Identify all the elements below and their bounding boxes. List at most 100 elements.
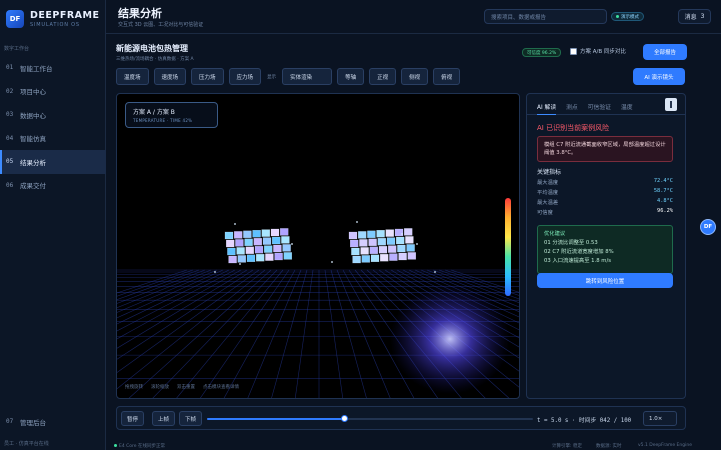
sidebar-footer: 员工 · 仿真平台在线	[4, 441, 49, 447]
speed-select[interactable]: 1.0×	[643, 411, 677, 426]
battery-cell[interactable]	[367, 230, 376, 239]
tab-ai-insight[interactable]: AI 解读	[537, 94, 557, 115]
battery-cell[interactable]	[261, 229, 271, 237]
battery-cell[interactable]	[404, 228, 413, 236]
battery-cell[interactable]	[368, 238, 377, 247]
ai-demo-lens-button[interactable]: AI 演示镜头	[633, 68, 685, 85]
battery-cell[interactable]	[385, 229, 394, 237]
pressure-field-button[interactable]: 压力场	[191, 68, 224, 85]
side-view-button[interactable]: 侧视	[401, 68, 429, 85]
top-view-button[interactable]: 俯视	[433, 68, 461, 85]
pause-button[interactable]: 暂停	[121, 411, 145, 426]
battery-cell[interactable]	[359, 239, 368, 247]
battery-cell[interactable]	[351, 247, 360, 256]
battery-cell[interactable]	[376, 229, 385, 238]
battery-cell[interactable]	[349, 239, 359, 248]
battery-cell[interactable]	[407, 252, 416, 260]
battery-cell[interactable]	[360, 247, 369, 255]
battery-module-a[interactable]	[224, 228, 293, 264]
battery-cell[interactable]	[243, 230, 252, 239]
battery-cell[interactable]	[398, 252, 407, 261]
sidebar-item-projects[interactable]: 02 项目中心	[0, 80, 106, 104]
sidebar-item-results[interactable]: 05 结果分析	[0, 150, 106, 174]
battery-cell[interactable]	[406, 244, 415, 252]
battery-cell[interactable]	[227, 247, 236, 256]
battery-cell[interactable]	[377, 237, 386, 246]
battery-cell[interactable]	[253, 237, 263, 246]
logo[interactable]: DF DEEPFRAME SIMULATION OS	[6, 10, 99, 28]
velocity-field-button[interactable]: 速度场	[153, 68, 187, 85]
sidebar-item-data[interactable]: 03 数据中心	[0, 103, 106, 127]
battery-cell[interactable]	[282, 244, 291, 252]
battery-cell[interactable]	[245, 246, 255, 255]
display-mode-select[interactable]: 实体渲染	[282, 68, 333, 85]
grid-line	[117, 269, 242, 340]
battery-cell[interactable]	[262, 237, 272, 245]
battery-cell[interactable]	[270, 228, 280, 237]
timeline-handle[interactable]	[340, 415, 348, 422]
battery-cell[interactable]	[281, 236, 290, 244]
battery-cell[interactable]	[237, 255, 247, 263]
battery-cell[interactable]	[405, 236, 414, 244]
search-input[interactable]: 搜索项目、数据或报告	[484, 9, 607, 24]
battery-cell[interactable]	[378, 245, 388, 254]
battery-cell[interactable]	[254, 245, 264, 254]
tab-temperature[interactable]: 温度	[621, 94, 633, 114]
battery-cell[interactable]	[380, 253, 389, 262]
battery-cell[interactable]	[352, 255, 361, 264]
battery-cell[interactable]	[271, 236, 281, 245]
messages-count: 3	[700, 13, 705, 20]
sidebar-item-admin[interactable]: 07 管理后台	[0, 410, 106, 434]
battery-cell[interactable]	[357, 231, 367, 239]
temperature-field-button[interactable]: 温度场	[116, 68, 149, 85]
demo-mode-badge[interactable]: 演示模式	[611, 12, 644, 21]
battery-cell[interactable]	[348, 231, 358, 240]
battery-cell[interactable]	[279, 228, 289, 236]
battery-cell[interactable]	[370, 254, 380, 263]
next-frame-button[interactable]: 下帧	[179, 411, 203, 426]
battery-module-b[interactable]	[348, 228, 416, 264]
battery-cell[interactable]	[252, 229, 261, 238]
battery-cell[interactable]	[394, 228, 404, 237]
3d-viewport[interactable]: 方案 A / 方案 B TEMPERATURE · TIME 42% 拖拽旋转 …	[116, 93, 520, 399]
battery-cell[interactable]	[396, 236, 405, 245]
sidebar-item-simulation[interactable]: 04 智能仿真	[0, 127, 106, 151]
battery-cell[interactable]	[265, 253, 274, 261]
battery-cell[interactable]	[228, 255, 237, 264]
stress-field-button[interactable]: 应力场	[228, 68, 262, 85]
tab-probes[interactable]: 测点	[566, 94, 578, 114]
locate-risk-button[interactable]: 跳转到风险位置	[537, 273, 673, 288]
prev-frame-button[interactable]: 上帧	[152, 411, 176, 426]
battery-cell[interactable]	[274, 252, 283, 261]
tab-verification[interactable]: 可信验证	[588, 94, 611, 114]
battery-cell[interactable]	[236, 247, 245, 255]
battery-cell[interactable]	[233, 231, 243, 239]
battery-cell[interactable]	[369, 246, 379, 255]
battery-cell[interactable]	[263, 245, 273, 253]
sidebar-item-workbench[interactable]: 01 智能工作台	[0, 56, 106, 80]
battery-cell[interactable]	[388, 245, 397, 253]
front-view-button[interactable]: 正视	[369, 68, 397, 85]
battery-cell[interactable]	[224, 231, 234, 240]
battery-cell[interactable]	[244, 238, 253, 247]
battery-cell[interactable]	[283, 252, 293, 260]
full-report-button[interactable]: 全部报告	[643, 44, 687, 60]
time-readout: t = 5.0 s · 时间步 042 / 100	[537, 418, 632, 424]
more-tabs-icon[interactable]	[665, 98, 677, 111]
battery-cell[interactable]	[386, 237, 396, 245]
battery-cell[interactable]	[397, 244, 406, 253]
battery-cell[interactable]	[273, 244, 282, 253]
assistant-float-button[interactable]: DF	[700, 219, 716, 235]
battery-cell[interactable]	[225, 239, 235, 248]
battery-cell[interactable]	[361, 255, 371, 263]
sidebar-item-delivery[interactable]: 06 成果交付	[0, 174, 106, 198]
checkbox[interactable]	[570, 47, 577, 55]
timeline-slider[interactable]	[207, 415, 533, 422]
isometric-view-button[interactable]: 等轴	[337, 68, 365, 85]
battery-cell[interactable]	[389, 253, 398, 261]
compare-toggle[interactable]: 方案 A/B 同步对比	[570, 47, 626, 55]
battery-cell[interactable]	[246, 254, 256, 263]
battery-cell[interactable]	[255, 253, 265, 262]
battery-cell[interactable]	[235, 239, 244, 247]
messages-button[interactable]: 消息 3	[678, 9, 711, 24]
